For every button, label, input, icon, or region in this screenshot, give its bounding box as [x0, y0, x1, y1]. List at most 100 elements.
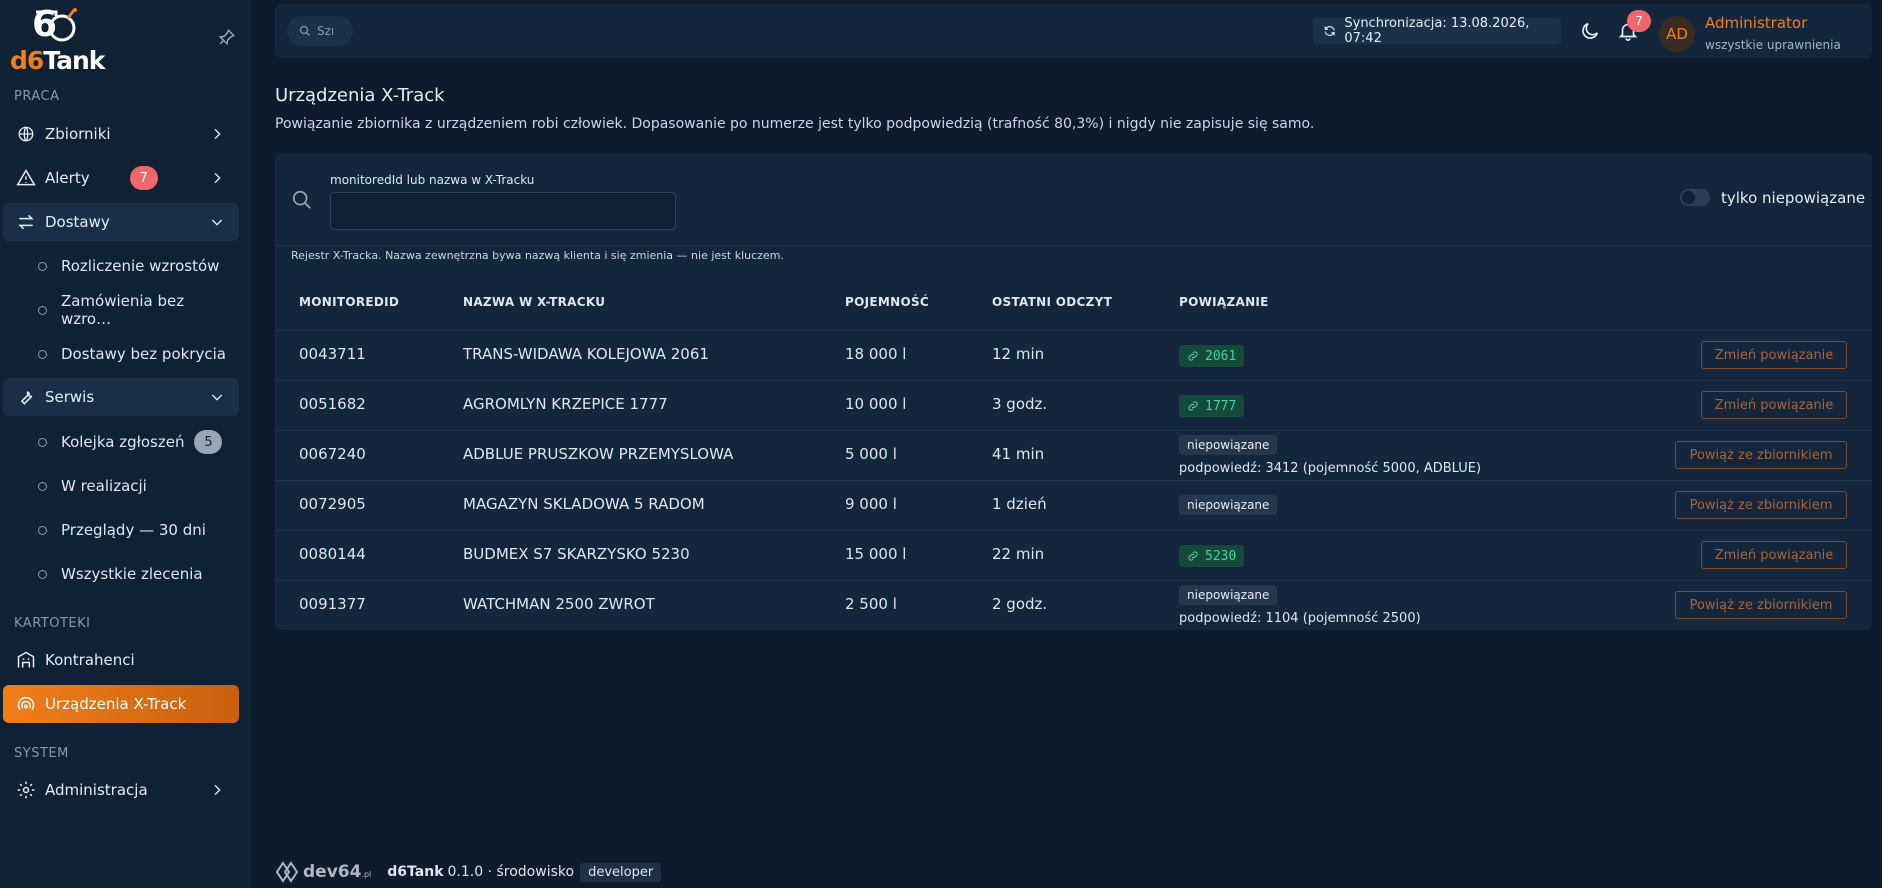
moon-icon[interactable]	[1579, 20, 1601, 42]
column-header-capacity[interactable]: POJEMNOŚĆ	[845, 295, 929, 309]
sidebar-subitem-rozliczenie[interactable]: Rozliczenie wzrostów	[38, 251, 238, 281]
sidebar-item-label: Urządzenia X-Track	[45, 695, 187, 713]
sidebar-item-alerty[interactable]: Alerty 7	[3, 159, 239, 197]
link-icon	[1188, 551, 1198, 561]
capacity: 2 500 l	[845, 595, 897, 613]
sidebar-subitem-wszystkie[interactable]: Wszystkie zlecenia	[38, 559, 238, 589]
sidebar-item-label: Alerty	[45, 169, 90, 187]
capacity: 10 000 l	[845, 395, 907, 413]
unlinked-tag: niepowiązane	[1179, 585, 1278, 605]
only-unlinked-label[interactable]: tylko niepowiązane	[1721, 189, 1865, 207]
footer: dev64.pl d6Tank 0.1.0 · środowisko devel…	[275, 860, 662, 884]
capacity: 5 000 l	[845, 445, 897, 463]
page-subtitle: Powiązanie zbiornika z urządzeniem robi …	[275, 116, 1315, 132]
global-search[interactable]: Szı	[287, 16, 353, 46]
last-read: 22 min	[992, 545, 1045, 563]
sidebar-item-urzadzenia-xtrack[interactable]: Urządzenia X-Track	[3, 685, 239, 723]
link-to-tank-button[interactable]: Powiąż ze zbiornikiem	[1675, 591, 1847, 619]
sidebar-item-label: Kolejka zgłoszeń	[61, 433, 185, 451]
linked-tank-id: 1777	[1205, 398, 1237, 414]
swap-arrows-icon	[15, 211, 37, 233]
column-header-name[interactable]: NAZWA W X-TRACKU	[463, 295, 605, 309]
link-icon	[1188, 351, 1198, 361]
circle-icon	[38, 437, 47, 447]
version-text: 0.1.0 · środowisko	[447, 864, 575, 880]
link-to-tank-button[interactable]: Powiąż ze zbiornikiem	[1675, 491, 1847, 519]
sidebar-subitem-w-realizacji[interactable]: W realizacji	[38, 471, 238, 501]
link-to-tank-button[interactable]: Powiąż ze zbiornikiem	[1675, 441, 1847, 469]
sidebar-item-administracja[interactable]: Administracja	[3, 771, 239, 809]
sidebar-item-dostawy[interactable]: Dostawy	[3, 203, 239, 241]
sidebar-item-label: Serwis	[45, 388, 95, 406]
sidebar-subitem-dostawy-bez-pokrycia[interactable]: Dostawy bez pokrycia	[38, 339, 238, 369]
sidebar-item-label: Zbiorniki	[45, 125, 111, 143]
monitored-id: 0043711	[299, 345, 366, 363]
sidebar-item-label: Wszystkie zlecenia	[61, 565, 203, 583]
chevron-down-icon	[211, 394, 223, 401]
monitored-id: 0067240	[299, 445, 366, 463]
last-read: 2 godz.	[992, 595, 1048, 613]
logo-horn-icon	[36, 8, 77, 42]
sidebar-item-serwis[interactable]: Serwis	[3, 378, 239, 416]
linked-tank-tag[interactable]: 2061	[1179, 345, 1245, 367]
device-name: AGROMLYN KRZEPICE 1777	[463, 395, 668, 413]
sync-text: Synchronizacja: 13.08.2026, 07:42	[1344, 16, 1530, 46]
circle-icon	[38, 481, 47, 491]
sidebar-subitem-przeglady[interactable]: Przeglądy — 30 dni	[38, 515, 238, 545]
table-row: 0051682 AGROMLYN KRZEPICE 1777 10 000 l …	[275, 380, 1872, 430]
last-read: 3 godz.	[992, 395, 1048, 413]
sidebar-item-label: W realizacji	[61, 477, 147, 495]
sidebar-subitem-kolejka[interactable]: Kolejka zgłoszeń 5	[38, 427, 238, 457]
circle-icon	[38, 261, 47, 271]
change-link-button[interactable]: Zmień powiązanie	[1701, 391, 1847, 419]
sidebar-item-zbiorniki[interactable]: Zbiorniki	[3, 115, 239, 153]
change-link-button[interactable]: Zmień powiązanie	[1701, 341, 1847, 369]
user-name[interactable]: Administrator	[1705, 14, 1807, 32]
sidebar: 6 d6Tank PRACA Zbiorniki Alerty 7 Dostaw…	[0, 0, 250, 888]
notifications-badge: 7	[1627, 10, 1651, 32]
linked-tank-id: 5230	[1205, 548, 1237, 564]
sync-status-button[interactable]: Synchronizacja: 13.08.2026, 07:42	[1313, 16, 1561, 46]
linked-tank-tag[interactable]: 5230	[1179, 545, 1245, 567]
d6tank-logo[interactable]: 6 d6Tank	[10, 4, 105, 75]
monitored-id-filter-input[interactable]	[330, 192, 676, 230]
sidebar-item-label: Administracja	[45, 781, 148, 799]
devices-card: monitoredId lub nazwa w X-Tracku tylko n…	[275, 153, 1872, 630]
linked-tank-tag[interactable]: 1777	[1179, 395, 1245, 417]
suggestion-hint: podpowiedź: 1104 (pojemność 2500)	[1179, 611, 1421, 626]
change-link-button[interactable]: Zmień powiązanie	[1701, 541, 1847, 569]
suggestion-hint: podpowiedź: 3412 (pojemność 5000, ADBLUE…	[1179, 461, 1482, 476]
column-header-last-read[interactable]: OSTATNI ODCZYT	[992, 295, 1112, 309]
page-title: Urządzenia X-Track	[275, 85, 445, 106]
alerts-count-badge: 7	[129, 166, 158, 190]
circle-icon	[38, 569, 47, 579]
sidebar-item-kontrahenci[interactable]: Kontrahenci	[3, 641, 239, 679]
section-kartoteki: KARTOTEKI	[14, 616, 91, 631]
product-name: d6Tank	[387, 864, 444, 880]
column-header-link[interactable]: POWIĄZANIE	[1179, 295, 1269, 309]
circle-icon	[38, 349, 47, 359]
search-icon	[299, 25, 310, 36]
column-header-monitoredid[interactable]: MONITOREDID	[299, 295, 399, 309]
radar-icon	[15, 693, 37, 715]
sidebar-item-label: Przeglądy — 30 dni	[61, 521, 206, 539]
unlinked-tag: niepowiązane	[1179, 495, 1278, 515]
device-name: TRANS-WIDAWA KOLEJOWA 2061	[463, 345, 709, 363]
table-row: 0091377 WATCHMAN 2500 ZWROT 2 500 l 2 go…	[275, 580, 1872, 630]
monitored-id: 0072905	[299, 495, 366, 513]
device-name: WATCHMAN 2500 ZWROT	[463, 595, 655, 613]
filter-label: monitoredId lub nazwa w X-Tracku	[330, 173, 535, 187]
monitored-id: 0091377	[299, 595, 366, 613]
user-role: wszystkie uprawnienia	[1705, 38, 1841, 52]
sidebar-subitem-zamowienia[interactable]: Zamówienia bez wzro…	[38, 292, 238, 328]
sidebar-item-label: Dostawy bez pokrycia	[61, 345, 226, 363]
avatar[interactable]: AD	[1659, 16, 1695, 52]
dev64-brand[interactable]: dev64.pl	[303, 862, 371, 882]
chevron-right-icon	[214, 172, 221, 184]
pin-icon[interactable]	[218, 28, 236, 46]
section-praca: PRACA	[14, 89, 60, 104]
environment-badge: developer	[580, 862, 662, 882]
refresh-icon	[1324, 26, 1335, 36]
last-read: 41 min	[992, 445, 1045, 463]
only-unlinked-toggle[interactable]	[1680, 189, 1710, 206]
